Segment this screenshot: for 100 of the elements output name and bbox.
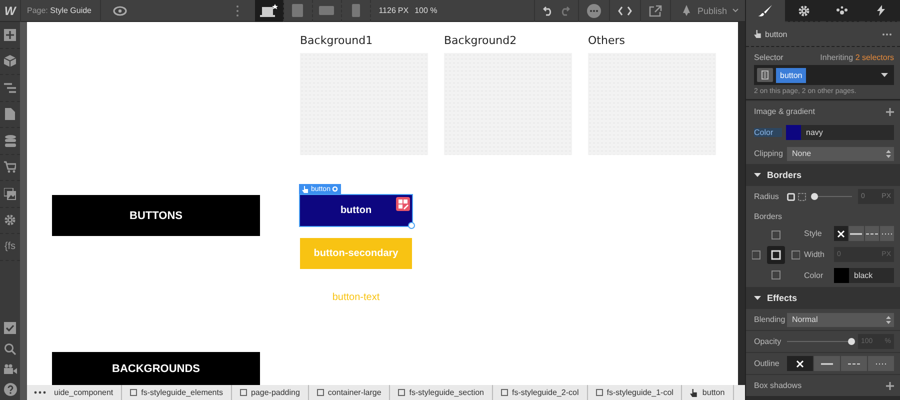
more-icon[interactable] [34,391,46,394]
section-heading: BACKGROUNDS [52,352,260,385]
column-heading: Others [588,34,626,47]
video-camera-icon[interactable] [4,364,16,374]
dotted-line-icon[interactable] [882,232,892,234]
class-chip[interactable]: button [776,68,806,82]
slider-thumb[interactable] [811,193,818,200]
border-color-field[interactable]: black [834,268,894,283]
cart-icon[interactable] [4,161,16,174]
solid-line-icon[interactable] [821,362,833,364]
tablet-landscape-icon[interactable] [319,6,334,15]
dotted-line-icon[interactable] [876,362,886,364]
add-icon[interactable] [4,28,16,41]
add-icon[interactable] [886,108,894,116]
border-sides-drawing[interactable] [752,228,800,280]
help-icon[interactable] [4,383,16,396]
selected-element: button [765,30,788,38]
redo-icon[interactable] [559,6,570,16]
breadcrumb-item[interactable]: page-padding [238,385,309,400]
box-icon [316,389,324,396]
clipping-label: Clipping [754,149,784,158]
breadcrumb-item[interactable]: fs-styleguide_elements [128,385,232,400]
images-icon[interactable] [4,188,16,200]
hand-icon [302,186,309,192]
breadcrumb-item[interactable]: container-large [314,385,390,400]
comments-icon[interactable] [587,4,602,18]
close-icon[interactable] [796,360,804,368]
phone-icon[interactable] [352,4,360,17]
resize-handle[interactable] [408,222,415,229]
section-header[interactable]: Effects [746,287,900,309]
corners-icon[interactable] [798,192,806,200]
dashed-line-icon[interactable] [848,362,860,364]
box-icon [501,389,508,396]
hand-icon [754,30,762,38]
opacity-label: Opacity [754,337,782,346]
box-icon [130,389,138,396]
caret-icon [754,296,761,300]
box-shadows-label: Box shadows [754,381,802,390]
tablet-icon[interactable] [292,4,304,17]
breadcrumb-item[interactable]: uide_component [52,385,122,400]
rocket-icon [681,5,692,16]
dashed-line-icon[interactable] [866,232,878,234]
caret-icon [732,8,739,13]
section-heading: BUTTONS [52,195,260,236]
inheriting-link[interactable]: 2 selectors [855,53,894,62]
brush-icon[interactable] [758,5,772,17]
export-icon[interactable] [649,4,662,16]
outline-label: Outline [754,359,780,368]
canvas-width: 1126 [378,6,396,15]
borders-label: Borders [754,212,782,220]
selector-label: Selector [754,53,784,62]
class-icon[interactable] [757,68,773,82]
finsweet-tool[interactable]: {fs [4,241,16,252]
cube-icon[interactable] [4,55,16,68]
width-label: Width [804,250,826,259]
blending-label: Blending [754,315,786,324]
clipping-select[interactable]: None [787,146,894,160]
color-label: Color [754,128,782,137]
solid-line-icon[interactable] [850,232,862,234]
close-icon[interactable] [837,230,846,238]
add-icon[interactable] [886,382,894,390]
bolt-icon[interactable] [876,5,885,16]
breadcrumb-item[interactable]: fs-styleguide_2-col [499,385,588,400]
section-header[interactable]: Borders [746,164,900,186]
breadcrumb-item[interactable]: fs-styleguide_1-col [594,385,682,400]
page-icon[interactable] [5,108,15,120]
desktop-icon[interactable] [260,4,278,18]
border-color-label: Color [804,271,824,280]
slider-thumb[interactable] [848,338,855,345]
checkbox-icon[interactable] [4,322,16,334]
selector-field[interactable]: button [754,65,894,85]
drops-icon[interactable] [836,6,848,15]
breadcrumb-item[interactable]: button [688,385,734,400]
color-field[interactable]: navy [786,125,894,140]
search-icon[interactable] [4,342,16,355]
zoom-level: 100 % [414,6,438,15]
inheriting-text: Inheriting 2 selectors [820,53,894,62]
radius-label: Radius [754,192,780,201]
edit-icon[interactable] [396,197,410,211]
breadcrumb-item[interactable]: fs-styleguide_section [396,385,494,400]
caret-icon[interactable] [881,73,888,77]
style-label: Style [804,229,823,238]
eye-icon[interactable] [112,6,126,16]
width-unit: PX [398,6,409,15]
database-icon[interactable] [4,134,16,147]
more-icon[interactable] [882,32,892,36]
navigator-icon[interactable] [4,82,16,93]
image-gradient-label: Image & gradient [754,107,815,116]
column-heading: Background1 [300,34,374,47]
caret-icon [754,172,761,178]
sort-arrows-icon [886,316,891,324]
webflow-logo[interactable]: W [0,4,20,18]
settings-icon[interactable] [798,4,810,16]
hand-icon [690,388,698,396]
code-icon[interactable] [618,6,632,16]
square-icon[interactable] [787,192,795,200]
blending-select[interactable]: Normal [787,312,894,326]
column-heading: Background2 [444,34,518,47]
box-icon [240,389,247,396]
box-icon [596,389,603,396]
